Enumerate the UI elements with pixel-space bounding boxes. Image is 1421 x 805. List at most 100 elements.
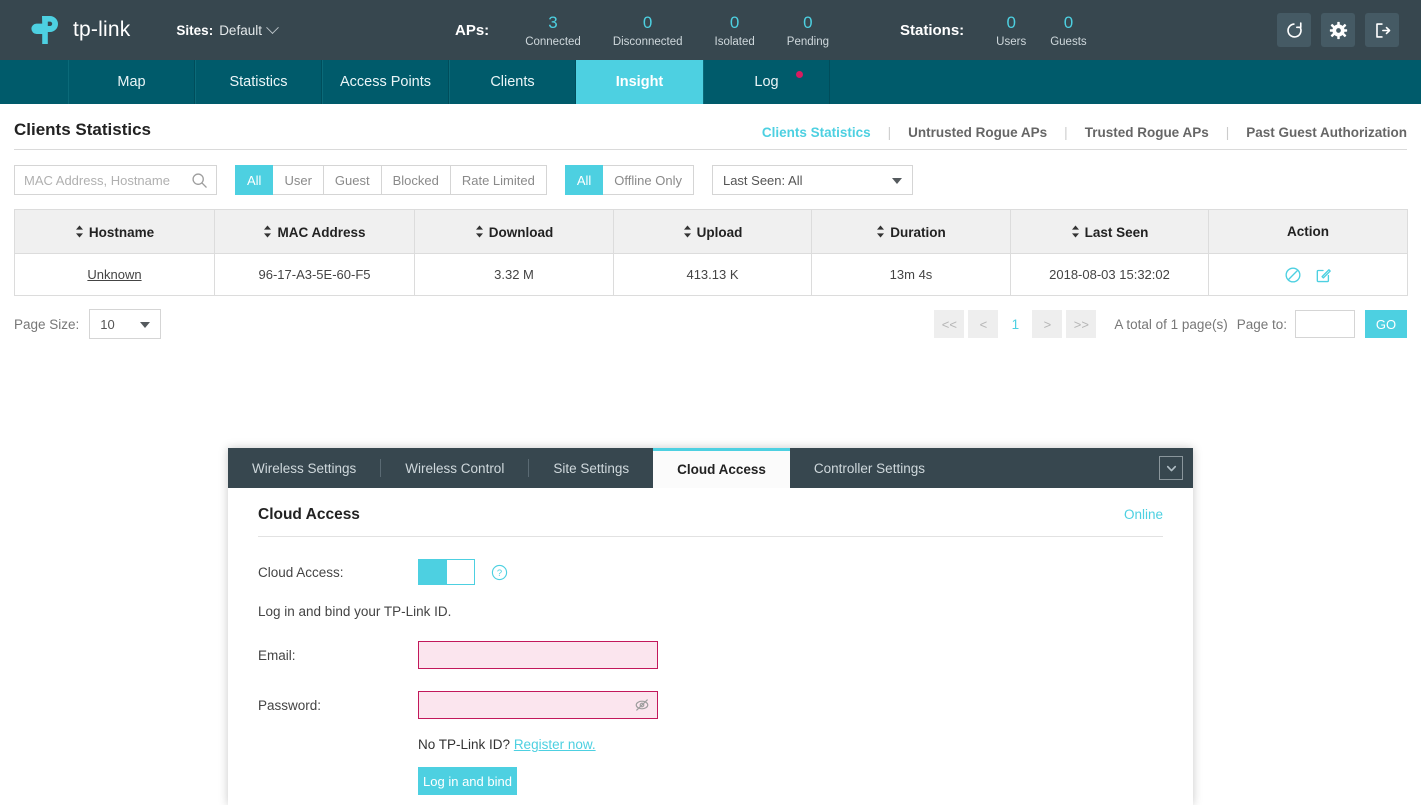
clients-statistics-table: Hostname MAC Address Download Upload Dur… <box>14 209 1408 296</box>
ap-pending-count: 0 <box>803 13 813 33</box>
filter-offline-only[interactable]: Offline Only <box>603 165 694 195</box>
password-label: Password: <box>258 697 322 713</box>
nav-tab-label: Insight <box>615 74 664 90</box>
subtab-clients-statistics[interactable]: Clients Statistics <box>745 125 888 140</box>
go-button[interactable]: GO <box>1365 310 1407 338</box>
password-field-wrap <box>418 691 658 719</box>
page-prev-button[interactable]: < <box>968 310 999 338</box>
search-box[interactable] <box>14 165 217 195</box>
nav-tab-log[interactable]: Log <box>703 60 830 104</box>
nav-tab-insight[interactable]: Insight <box>576 60 703 104</box>
site-selector[interactable]: Sites: Default <box>176 20 279 38</box>
page-size-select[interactable]: 10 <box>89 309 162 339</box>
table-header-row: Hostname MAC Address Download Upload Dur… <box>14 209 1408 254</box>
nav-tab-access-points[interactable]: Access Points <box>322 60 449 104</box>
cell-duration: 13m 4s <box>811 253 1011 296</box>
column-header-mac-address[interactable]: MAC Address <box>214 209 415 254</box>
column-label: Action <box>1287 224 1329 239</box>
ap-stat-isolated[interactable]: 0 Isolated <box>699 11 771 49</box>
sort-arrows-icon <box>475 225 484 238</box>
cloud-access-toggle[interactable] <box>418 559 475 585</box>
column-header-hostname[interactable]: Hostname <box>14 209 215 254</box>
password-input[interactable] <box>418 691 658 719</box>
page-first-button[interactable]: << <box>934 310 965 338</box>
cell-hostname: Unknown <box>14 253 215 296</box>
panel-tab-cloud-access[interactable]: Cloud Access <box>653 448 790 488</box>
edit-icon[interactable] <box>1314 266 1332 284</box>
panel-tab-controller-settings[interactable]: Controller Settings <box>790 448 949 488</box>
subtab-untrusted-rogue-aps[interactable]: Untrusted Rogue APs <box>891 125 1064 140</box>
settings-panel: Wireless Settings Wireless Control Site … <box>228 448 1193 805</box>
panel-tab-wireless-control[interactable]: Wireless Control <box>381 448 528 488</box>
settings-button[interactable] <box>1321 13 1355 47</box>
page-number-1[interactable]: 1 <box>1002 310 1028 338</box>
column-label: MAC Address <box>277 224 366 240</box>
column-label: Duration <box>890 224 946 240</box>
search-input[interactable] <box>15 166 216 194</box>
toggle-off-half <box>446 560 474 584</box>
help-button[interactable]: ? <box>491 564 508 581</box>
table-row: Unknown 96-17-A3-5E-60-F5 3.32 M 413.13 … <box>14 253 1408 296</box>
ap-stat-connected[interactable]: 3 Connected <box>509 11 597 49</box>
page-next-button[interactable]: > <box>1032 310 1063 338</box>
block-icon[interactable] <box>1284 266 1302 284</box>
stations-label: Stations: <box>900 21 965 39</box>
column-label: Hostname <box>88 224 155 240</box>
login-and-bind-button[interactable]: Log in and bind <box>418 767 517 795</box>
ap-connected-label: Connected <box>525 35 581 48</box>
page-last-button[interactable]: >> <box>1066 310 1097 338</box>
station-stat-guests[interactable]: 0 Guests <box>1038 11 1098 49</box>
subtab-trusted-rogue-aps[interactable]: Trusted Rogue APs <box>1068 125 1226 140</box>
page-to-input[interactable] <box>1295 310 1355 338</box>
register-link[interactable]: Register now. <box>514 737 596 752</box>
refresh-icon <box>1286 21 1302 38</box>
nav-tab-clients[interactable]: Clients <box>449 60 576 104</box>
column-header-upload[interactable]: Upload <box>613 209 812 254</box>
filter-guest[interactable]: Guest <box>323 165 382 195</box>
subtab-past-guest-authorization[interactable]: Past Guest Authorization <box>1229 125 1407 140</box>
email-row: Email: <box>258 641 1163 669</box>
last-seen-select[interactable]: Last Seen: All <box>711 165 913 195</box>
ap-disconnected-count: 0 <box>642 13 653 33</box>
filter-rate-limited[interactable]: Rate Limited <box>450 165 547 195</box>
password-visibility-toggle[interactable] <box>633 696 651 714</box>
question-circle-icon: ? <box>491 564 508 580</box>
email-input[interactable] <box>418 641 658 669</box>
column-label: Last Seen <box>1084 224 1149 240</box>
column-header-duration[interactable]: Duration <box>811 209 1011 254</box>
nav-tab-label: Map <box>117 74 146 90</box>
filter-all[interactable]: All <box>235 165 274 195</box>
email-field-wrap <box>418 641 658 669</box>
sort-arrows-icon <box>683 225 692 238</box>
cloud-access-header: Cloud Access Online <box>258 506 1163 537</box>
nav-tab-map[interactable]: Map <box>68 60 195 104</box>
cell-upload: 413.13 K <box>613 253 812 296</box>
station-guests-label: Guests <box>1050 35 1087 48</box>
panel-tab-site-settings[interactable]: Site Settings <box>529 448 653 488</box>
column-header-last-seen[interactable]: Last Seen <box>1010 209 1209 254</box>
cloud-access-toggle-row: Cloud Access: ? <box>258 559 1163 585</box>
page-header: Clients Statistics Clients Statistics | … <box>14 104 1407 150</box>
filter-status-all[interactable]: All <box>564 165 604 195</box>
filter-blocked[interactable]: Blocked <box>381 165 451 195</box>
panel-tab-wireless-settings[interactable]: Wireless Settings <box>228 448 380 488</box>
aps-label: APs: <box>455 21 490 39</box>
column-header-download[interactable]: Download <box>414 209 614 254</box>
panel-collapse-button[interactable] <box>1159 456 1183 480</box>
chevron-down-icon <box>266 20 279 34</box>
eye-off-icon <box>635 699 649 711</box>
refresh-button[interactable] <box>1277 13 1311 47</box>
filter-user[interactable]: User <box>273 165 324 195</box>
station-stat-users[interactable]: 0 Users <box>984 11 1038 49</box>
nav-tab-statistics[interactable]: Statistics <box>195 60 322 104</box>
register-row: No TP-Link ID? Register now. <box>258 737 1163 752</box>
sites-value: Default <box>219 22 262 38</box>
logout-button[interactable] <box>1365 13 1399 47</box>
email-label: Email: <box>258 647 296 663</box>
chevron-down-icon <box>140 322 151 328</box>
ap-stat-pending[interactable]: 0 Pending <box>771 11 845 49</box>
hostname-link[interactable]: Unknown <box>87 267 141 282</box>
main-navigation: Map Statistics Access Points Clients Ins… <box>0 60 1421 104</box>
ap-stat-disconnected[interactable]: 0 Disconnected <box>597 11 699 49</box>
chevron-down-icon <box>1166 465 1176 471</box>
